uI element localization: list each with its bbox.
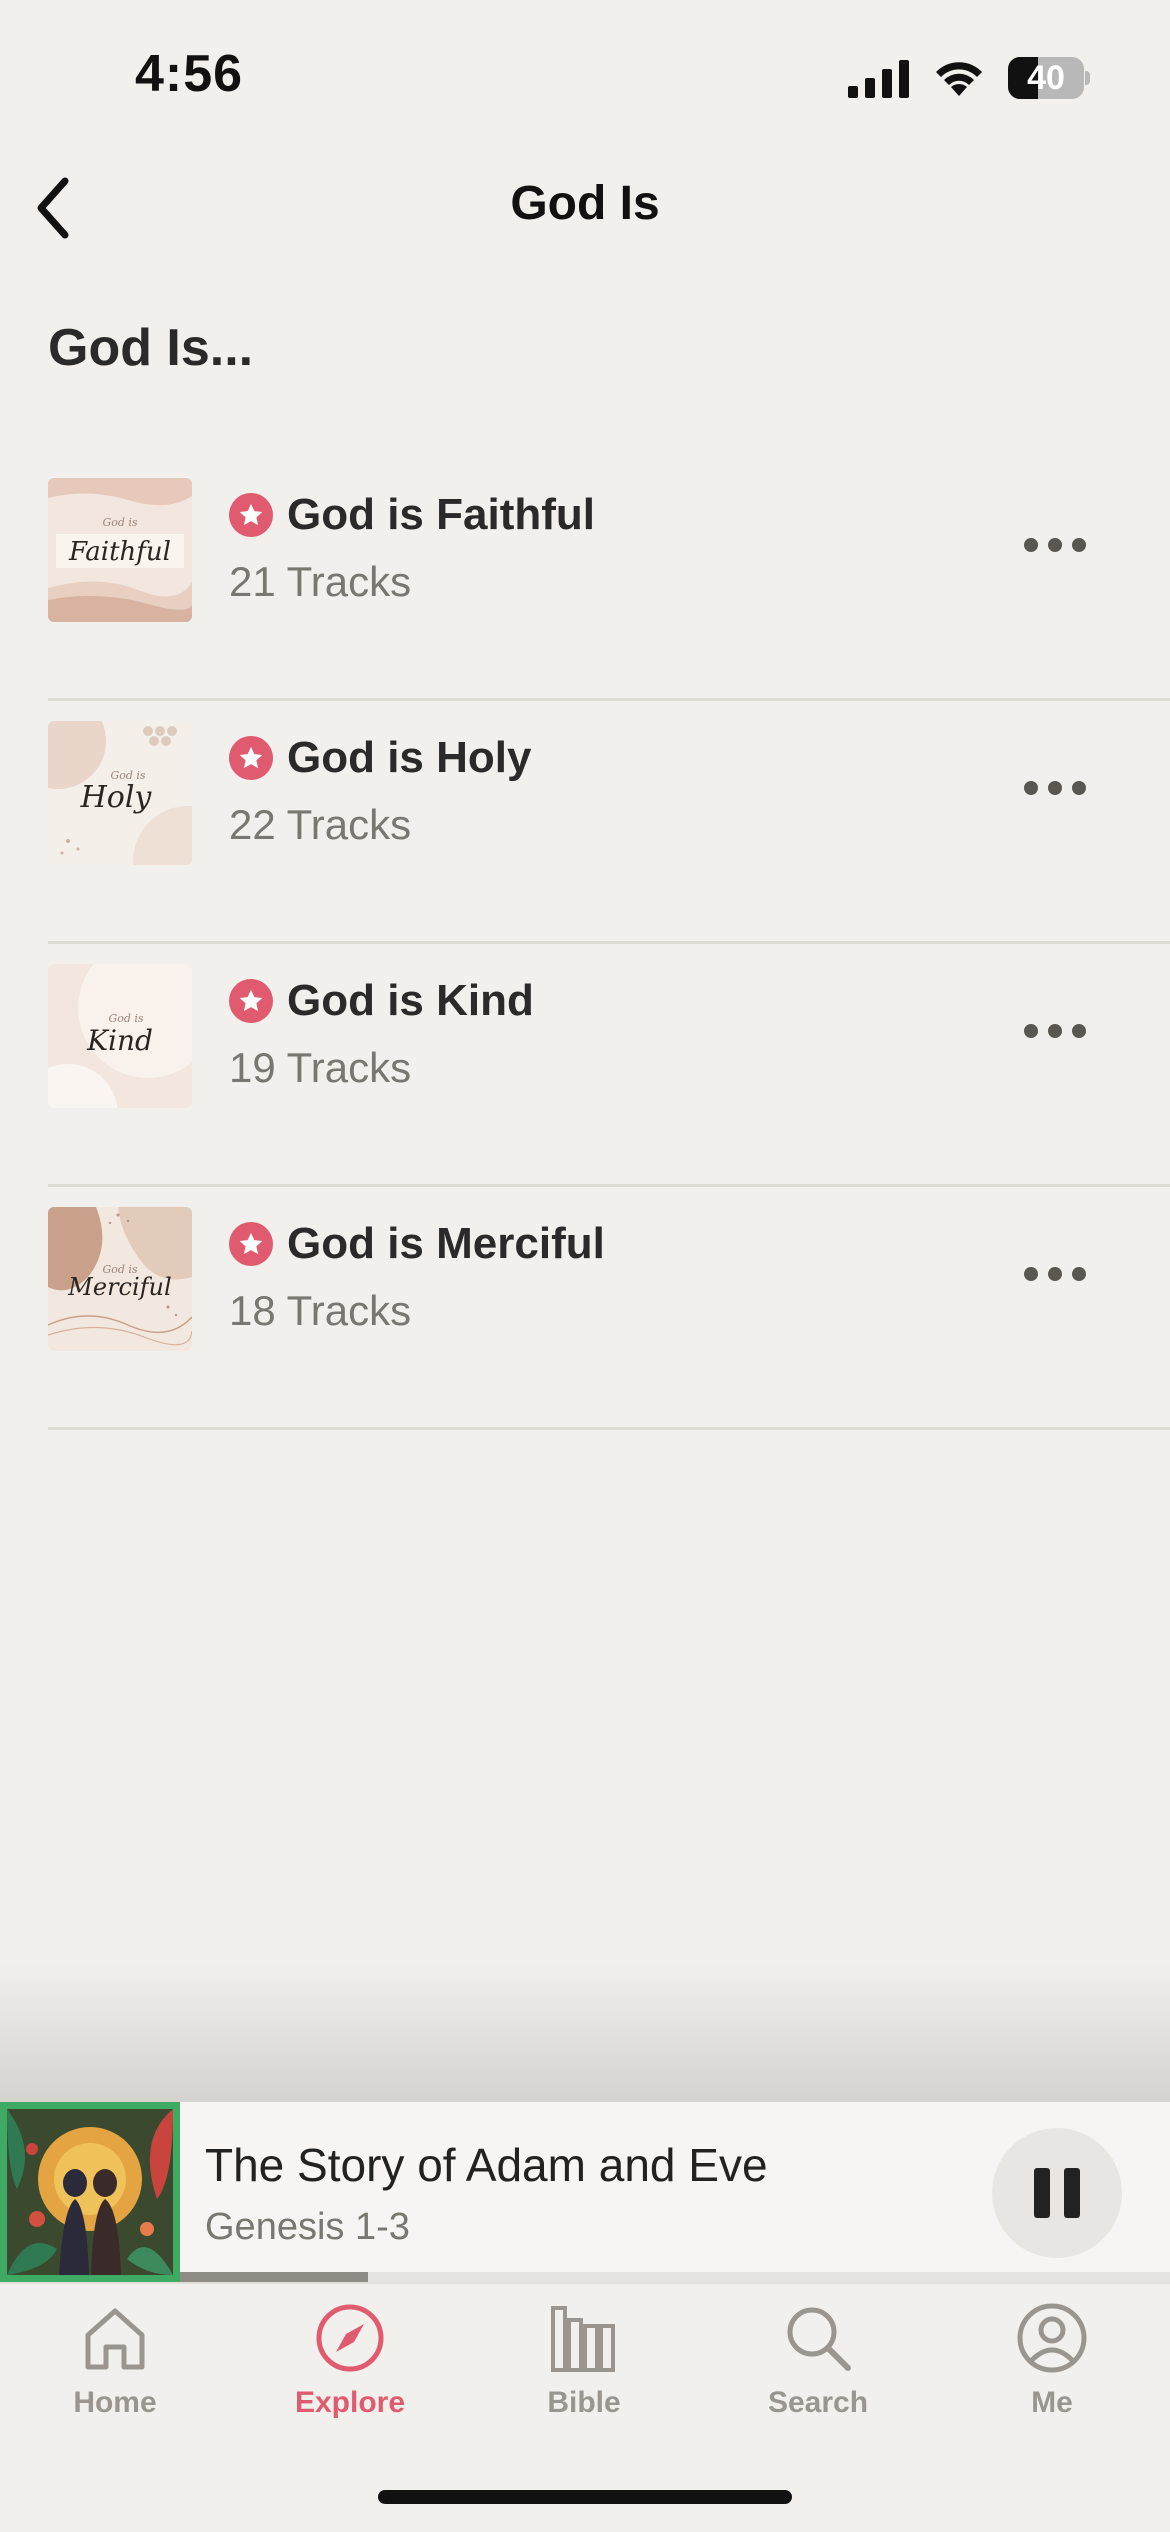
more-options-button[interactable] bbox=[1010, 1249, 1100, 1299]
tab-label: Bible bbox=[547, 2386, 621, 2419]
ellipsis-icon bbox=[1024, 781, 1038, 795]
artwork-word: Merciful bbox=[67, 1273, 171, 1301]
artwork-small-text: God is bbox=[102, 516, 137, 529]
screen: 4:56 40 God Is God Is... God is Faithful… bbox=[0, 0, 1170, 2532]
star-badge-icon bbox=[229, 493, 273, 537]
artwork-word: Holy bbox=[80, 780, 153, 815]
profile-icon bbox=[1017, 2303, 1087, 2373]
wifi-icon bbox=[936, 62, 982, 96]
playlist-title: God is Holy bbox=[287, 733, 532, 782]
more-options-button[interactable] bbox=[1010, 520, 1100, 570]
playlist-track-count: 18 Tracks bbox=[229, 1287, 412, 1334]
playlist-track-count: 22 Tracks bbox=[229, 801, 412, 848]
tab-search[interactable]: Search bbox=[718, 2298, 918, 2428]
artwork-word: Kind bbox=[86, 1024, 153, 1057]
tab-label: Explore bbox=[294, 2386, 406, 2419]
tab-label: Me bbox=[1031, 2386, 1073, 2419]
tab-label: Home bbox=[73, 2386, 157, 2419]
star-badge-icon bbox=[229, 736, 273, 780]
playlist-item-merciful[interactable]: God is Merciful God is Merciful 18 Track… bbox=[48, 1187, 1170, 1430]
home-icon bbox=[85, 2308, 145, 2370]
playlist-artwork: God is Holy bbox=[48, 721, 192, 865]
playlist-artwork: God is Faithful bbox=[48, 478, 192, 622]
mini-player[interactable]: The Story of Adam and Eve Genesis 1-3 bbox=[0, 2102, 1170, 2282]
tab-label: Search bbox=[767, 2386, 869, 2419]
playlist-list: God is Faithful God is Faithful 21 Track… bbox=[48, 458, 1170, 1430]
player-shadow bbox=[0, 1960, 1170, 2102]
tab-bible[interactable]: Bible bbox=[484, 2298, 684, 2428]
star-badge-icon bbox=[229, 979, 273, 1023]
ellipsis-icon bbox=[1024, 1024, 1038, 1038]
now-playing-title: The Story of Adam and Eve bbox=[205, 2139, 768, 2191]
status-bar: 4:56 40 bbox=[0, 0, 1170, 150]
battery-percent: 40 bbox=[1027, 59, 1065, 97]
playlist-artwork: God is Merciful bbox=[48, 1207, 192, 1351]
section-title: God Is... bbox=[48, 319, 254, 377]
now-playing-artwork bbox=[0, 2102, 180, 2282]
books-icon bbox=[551, 2306, 615, 2372]
nav-header: God Is bbox=[0, 150, 1170, 265]
more-options-button[interactable] bbox=[1010, 763, 1100, 813]
compass-icon bbox=[316, 2304, 384, 2372]
playback-progress[interactable] bbox=[180, 2272, 1170, 2282]
tab-explore[interactable]: Explore bbox=[250, 2298, 450, 2428]
ellipsis-icon bbox=[1024, 538, 1038, 552]
pause-icon bbox=[1034, 2168, 1050, 2218]
search-icon bbox=[787, 2307, 851, 2371]
tab-home[interactable]: Home bbox=[15, 2298, 215, 2428]
playlist-title: God is Kind bbox=[287, 976, 534, 1025]
playlist-item-faithful[interactable]: God is Faithful God is Faithful 21 Track… bbox=[48, 458, 1170, 701]
more-options-button[interactable] bbox=[1010, 1006, 1100, 1056]
pause-button[interactable] bbox=[992, 2128, 1122, 2258]
playlist-artwork: God is Kind bbox=[48, 964, 192, 1108]
playlist-track-count: 19 Tracks bbox=[229, 1044, 412, 1091]
page-title: God Is bbox=[510, 177, 660, 230]
cellular-signal-icon bbox=[848, 60, 909, 98]
star-badge-icon bbox=[229, 1222, 273, 1266]
ellipsis-icon bbox=[1024, 1267, 1038, 1281]
artwork-word: Faithful bbox=[68, 537, 171, 567]
status-icons: 40 bbox=[848, 54, 1090, 102]
playlist-title: God is Faithful bbox=[287, 490, 595, 539]
status-time: 4:56 bbox=[135, 45, 244, 103]
playlist-title: God is Merciful bbox=[287, 1219, 605, 1268]
playlist-item-kind[interactable]: God is Kind God is Kind 19 Tracks bbox=[48, 944, 1170, 1187]
playback-progress-fill bbox=[180, 2272, 369, 2282]
now-playing-subtitle: Genesis 1-3 bbox=[205, 2206, 410, 2248]
home-indicator bbox=[378, 2490, 792, 2504]
playlist-track-count: 21 Tracks bbox=[229, 558, 412, 605]
battery-icon: 40 bbox=[1008, 57, 1090, 99]
playlist-item-holy[interactable]: God is Holy God is Holy 22 Tracks bbox=[48, 701, 1170, 944]
tab-me[interactable]: Me bbox=[952, 2298, 1152, 2428]
